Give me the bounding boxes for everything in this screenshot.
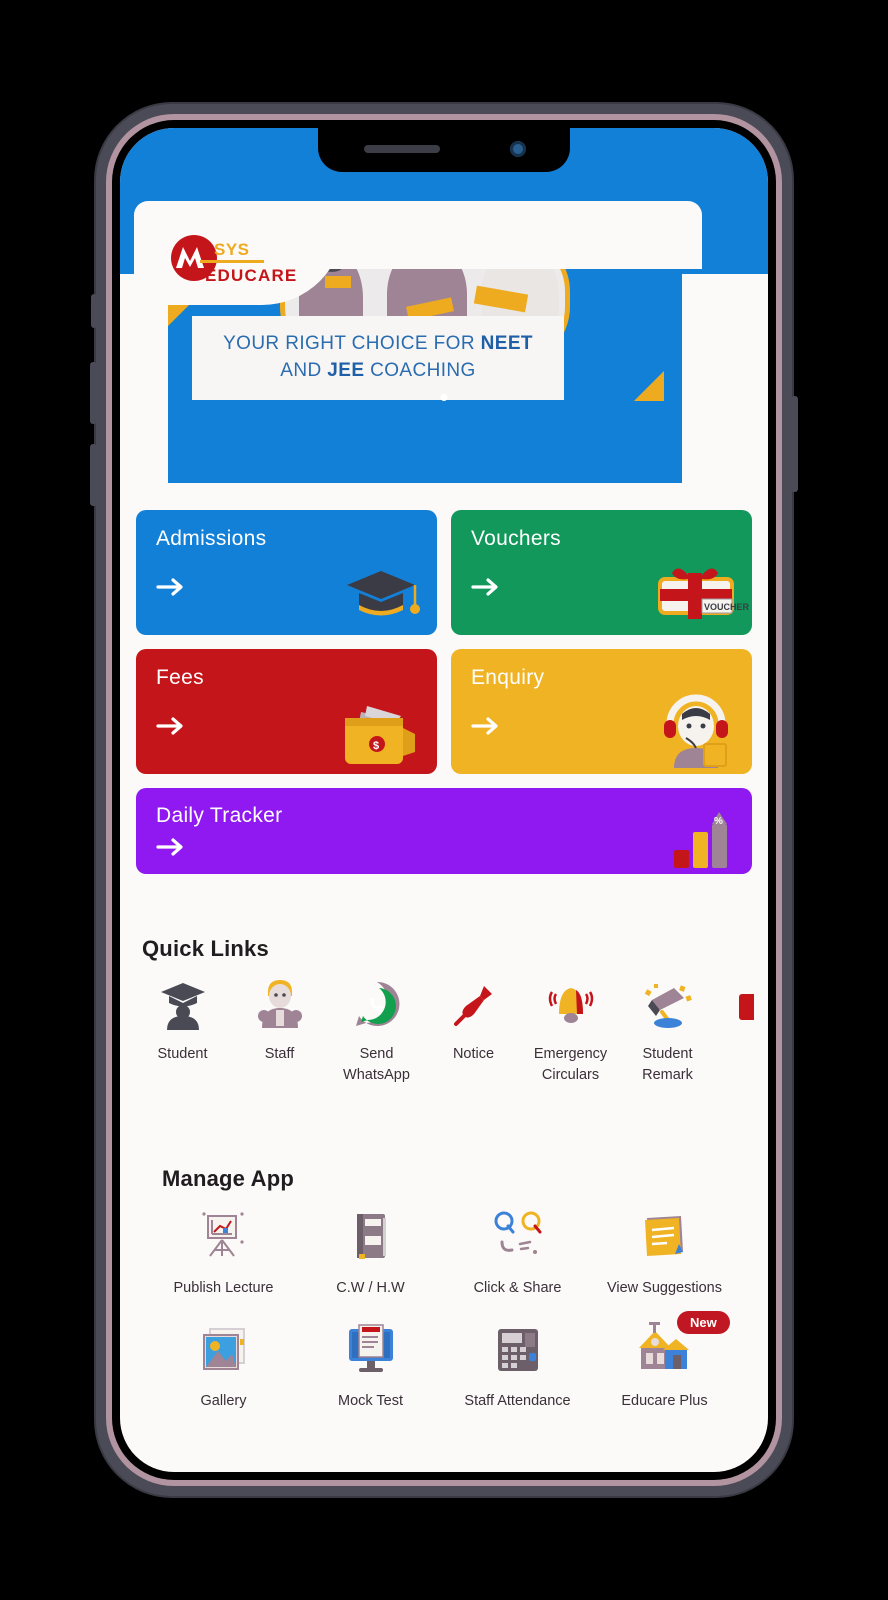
tile-vouchers-label: Vouchers <box>471 527 561 550</box>
quick-link-send-whatsapp-label: Send WhatsApp <box>343 1046 410 1083</box>
manage-item-cw-hw-label: C.W / H.W <box>336 1280 405 1296</box>
manage-item-educare-plus[interactable]: New Educare Plus <box>591 1311 738 1412</box>
tile-daily-tracker-label: Daily Tracker <box>156 804 283 827</box>
voucher-gift-icon: VOUCHER <box>652 555 750 629</box>
tile-grid: Admissions Vouchers VOUCHER Fees $ Enqui… <box>136 510 752 874</box>
click-share-icon <box>490 1208 546 1264</box>
logo-sys-text: SYS <box>214 240 250 259</box>
tile-fees[interactable]: Fees $ <box>136 649 437 774</box>
banner-pagination-dot[interactable] <box>440 394 448 401</box>
graduation-cap-icon <box>337 555 425 629</box>
quick-links-row[interactable]: Student Staff Send WhatsApp Notice Emerg… <box>134 976 754 1136</box>
whatsapp-icon <box>349 976 405 1032</box>
silent-switch-button[interactable] <box>91 294 97 328</box>
wallet-money-icon: $ <box>337 694 425 768</box>
quick-link-student[interactable]: Student <box>134 976 231 1136</box>
graduation-student-icon <box>155 976 211 1032</box>
banner-caption-line2: AND JEE COACHING <box>280 360 476 381</box>
quick-link-student-remark-label: Student Remark <box>642 1046 693 1083</box>
tile-vouchers[interactable]: Vouchers VOUCHER <box>451 510 752 635</box>
photo-gallery-icon <box>196 1321 252 1377</box>
bar-chart-percent-icon: % <box>672 810 736 872</box>
quick-link-notice-label: Notice <box>452 1046 495 1062</box>
phone-notch <box>318 128 570 172</box>
volume-up-button[interactable] <box>90 362 97 424</box>
tile-vouchers-arrow-icon <box>471 576 501 598</box>
banner-caption-line1: YOUR RIGHT CHOICE FOR NEET <box>223 333 533 354</box>
tile-fees-arrow-icon <box>156 715 186 737</box>
tile-daily-tracker[interactable]: Daily Tracker % <box>136 788 752 874</box>
manage-item-educare-plus-label: Educare Plus <box>621 1393 708 1409</box>
manage-item-staff-attendance-label: Staff Attendance <box>464 1393 571 1409</box>
tile-daily-tracker-arrow-icon <box>156 836 186 858</box>
photo-accent-3 <box>325 276 351 288</box>
quick-link-student-label: Student <box>157 1046 208 1062</box>
alarm-bell-icon <box>543 976 599 1032</box>
front-camera-icon <box>510 141 526 157</box>
svg-text:VOUCHER: VOUCHER <box>704 602 750 612</box>
banner-corner-right-icon <box>634 371 664 401</box>
tile-admissions-label: Admissions <box>156 527 267 550</box>
new-badge: New <box>677 1311 730 1334</box>
tile-enquiry-arrow-icon <box>471 715 501 737</box>
volume-down-button[interactable] <box>90 444 97 506</box>
logo-educare-text: EDUCARE <box>205 266 297 285</box>
manage-item-gallery-label: Gallery <box>200 1393 247 1409</box>
manage-item-click-share[interactable]: Click & Share <box>444 1208 591 1299</box>
staff-person-icon <box>252 976 308 1032</box>
projector-chart-icon <box>196 1208 252 1264</box>
quick-link-emergency-circulars-label: Emergency Circulars <box>533 1046 608 1083</box>
partial-icon <box>737 976 754 1032</box>
quick-link-staff-label: Staff <box>264 1046 295 1062</box>
power-button[interactable] <box>791 396 798 492</box>
svg-text:$: $ <box>373 740 379 752</box>
manage-item-mock-test-label: Mock Test <box>337 1393 403 1409</box>
manage-item-publish-lecture[interactable]: Publish Lecture <box>150 1208 297 1299</box>
tile-enquiry-label: Enquiry <box>471 666 545 689</box>
quick-link-student-remark[interactable]: Student Remark <box>619 976 716 1136</box>
quick-link-emergency-circulars[interactable]: Emergency Circulars <box>522 976 619 1136</box>
brand-logo: SYS EDUCARE <box>160 234 320 292</box>
headset-agent-icon <box>652 694 740 768</box>
sticky-notes-icon <box>637 1208 693 1264</box>
speaker-grille-icon <box>364 145 440 153</box>
quick-links-title: Quick Links <box>142 936 269 961</box>
tile-fees-label: Fees <box>156 666 204 689</box>
monitor-test-icon <box>343 1321 399 1377</box>
tile-admissions[interactable]: Admissions <box>136 510 437 635</box>
notebook-icon <box>343 1208 399 1264</box>
student-remark-icon <box>640 976 696 1032</box>
manage-item-click-share-label: Click & Share <box>473 1280 562 1296</box>
phone-frame: YOUR RIGHT CHOICE FOR NEET AND JEE COACH… <box>90 104 798 1496</box>
pushpin-icon <box>446 976 502 1032</box>
manage-item-view-suggestions-label: View Suggestions <box>606 1280 722 1296</box>
attendance-machine-icon <box>490 1321 546 1377</box>
quick-link-send-whatsapp[interactable]: Send WhatsApp <box>328 976 425 1136</box>
manage-item-mock-test[interactable]: Mock Test <box>297 1321 444 1412</box>
quick-link-partial[interactable]: Ho <box>716 976 754 1136</box>
manage-item-gallery[interactable]: Gallery <box>150 1321 297 1412</box>
manage-item-staff-attendance[interactable]: Staff Attendance <box>444 1321 591 1412</box>
banner-caption: YOUR RIGHT CHOICE FOR NEET AND JEE COACH… <box>192 316 564 400</box>
manage-item-view-suggestions[interactable]: View Suggestions <box>591 1208 738 1299</box>
manage-app-grid: Publish Lecture C.W / H.W Click & Share … <box>150 1208 738 1434</box>
tile-admissions-arrow-icon <box>156 576 186 598</box>
tile-enquiry[interactable]: Enquiry <box>451 649 752 774</box>
manage-app-title: Manage App <box>162 1166 294 1191</box>
quick-link-staff[interactable]: Staff <box>231 976 328 1136</box>
phone-screen: YOUR RIGHT CHOICE FOR NEET AND JEE COACH… <box>120 128 768 1472</box>
manage-item-cw-hw[interactable]: C.W / H.W <box>297 1208 444 1299</box>
quick-link-partial-label: Ho <box>716 1044 754 1065</box>
manage-item-publish-lecture-label: Publish Lecture <box>173 1280 274 1296</box>
quick-link-notice[interactable]: Notice <box>425 976 522 1136</box>
svg-text:%: % <box>714 816 723 827</box>
